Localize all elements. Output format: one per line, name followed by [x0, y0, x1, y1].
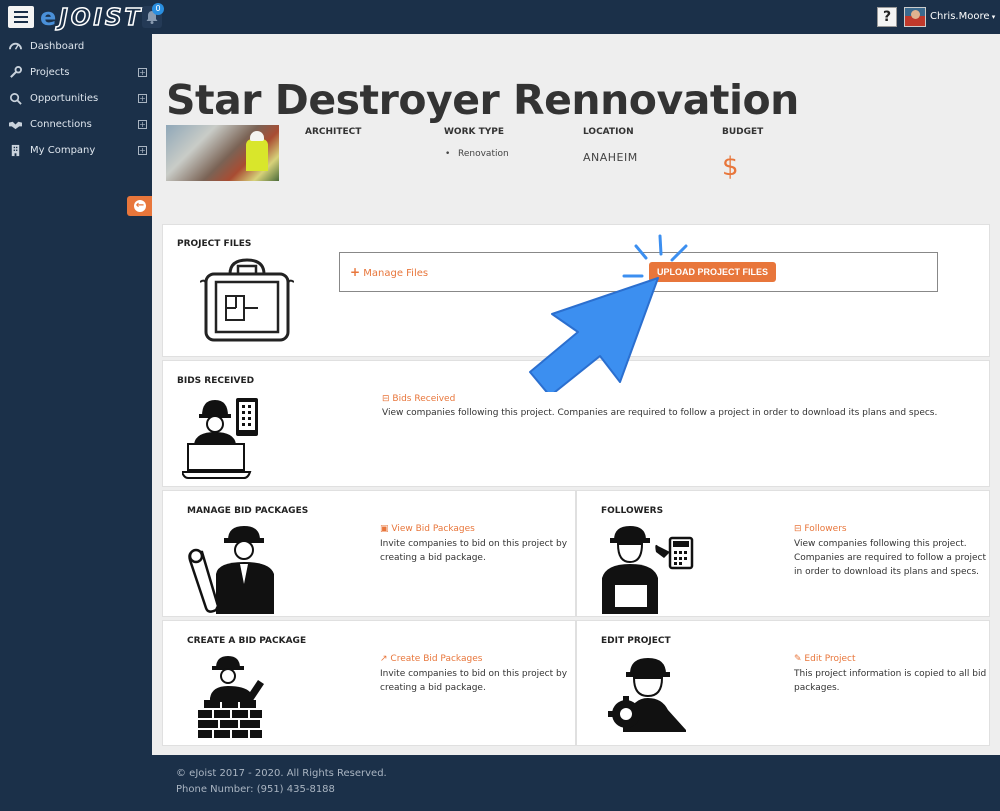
dashboard-icon [9, 42, 22, 50]
followers-desc-line: Companies are required to follow a proje… [794, 553, 986, 563]
page-title: Star Destroyer Rennovation [166, 76, 799, 124]
wrench-icon [10, 66, 22, 78]
worker-gear-icon [608, 658, 686, 732]
sidebar-item-label: Projects [30, 67, 70, 78]
followers-desc-line: View companies following this project. [794, 539, 967, 549]
external-link-icon: ↗ [380, 654, 388, 664]
create-bid-packages-label: Create Bid Packages [390, 654, 483, 664]
view-bid-packages-label: View Bid Packages [391, 524, 475, 534]
blueprint-icon [200, 258, 294, 342]
edit-project-link-label: Edit Project [804, 654, 856, 664]
manage-bid-packages-title: MANAGE BID PACKAGES [187, 506, 309, 516]
worker-bricks-icon [198, 656, 264, 738]
view-bid-packages-link[interactable]: ▣ View Bid Packages [380, 524, 475, 534]
expand-icon[interactable]: + [138, 120, 147, 129]
edit-project-title: EDIT PROJECT [601, 636, 671, 646]
manage-bid-packages-desc-line: creating a bid package. [380, 553, 486, 563]
top-bar: eJOIST 0 ? Chris.Moore ▾ [0, 0, 1000, 34]
expand-icon[interactable]: + [138, 146, 147, 155]
budget-label: BUDGET [722, 127, 764, 137]
pointer-arrow-icon [529, 234, 688, 392]
location-label: LOCATION [583, 127, 634, 137]
edit-project-desc-line: This project information is copied to al… [794, 669, 987, 679]
followers-link[interactable]: ⊟ Followers [794, 524, 847, 534]
sidebar-item-label: Opportunities [30, 93, 99, 104]
sidebar-item-label: My Company [30, 145, 96, 156]
edit-project-desc-line: packages. [794, 683, 840, 693]
project-photo [166, 125, 279, 181]
worker-calculator-icon [602, 526, 694, 614]
plus-icon: + [350, 265, 361, 279]
bids-received-link-label: Bids Received [392, 394, 456, 404]
footer-phone: Phone Number: (951) 435-8188 [176, 784, 335, 795]
manage-files-label: Manage Files [363, 268, 429, 279]
create-bid-package-title: CREATE A BID PACKAGE [187, 636, 307, 646]
briefcase-icon: ▣ [380, 524, 389, 534]
bids-received-desc: View companies following this project. C… [382, 408, 938, 418]
manage-files-link[interactable]: + Manage Files [350, 265, 428, 279]
search-icon [10, 93, 22, 105]
create-bid-package-desc-line: creating a bid package. [380, 683, 486, 693]
sidebar-item-my-company[interactable]: My Company + [0, 141, 152, 161]
worker-laptop-icon [182, 398, 258, 479]
footer: © eJoist 2017 - 2020. All Rights Reserve… [152, 755, 1000, 811]
manage-bid-packages-desc-line: Invite companies to bid on this project … [380, 539, 568, 549]
project-files-title: PROJECT FILES [177, 239, 252, 249]
bids-received-title: BIDS RECEIVED [177, 376, 255, 386]
arrow-left-icon: ← [134, 200, 146, 212]
location-value: ANAHEIM [583, 151, 638, 164]
work-type-bullet: • [445, 149, 451, 159]
work-type-label: WORK TYPE [444, 127, 505, 137]
followers-title: FOLLOWERS [601, 506, 664, 516]
expand-icon[interactable]: + [138, 94, 147, 103]
work-type-value: Renovation [458, 149, 509, 159]
hamburger-menu-button[interactable] [8, 6, 34, 28]
sidebar-item-projects[interactable]: Projects + [0, 63, 152, 83]
user-menu[interactable]: Chris.Moore ▾ [930, 11, 995, 22]
building-icon [11, 144, 20, 157]
expand-icon[interactable]: + [138, 68, 147, 77]
inbox-icon: ⊟ [382, 394, 390, 404]
inbox-icon: ⊟ [794, 524, 802, 534]
architect-label: ARCHITECT [305, 127, 362, 137]
followers-link-label: Followers [804, 524, 847, 534]
help-button[interactable]: ? [877, 7, 897, 27]
username-label: Chris.Moore [930, 11, 990, 22]
create-bid-packages-link[interactable]: ↗ Create Bid Packages [380, 654, 482, 664]
budget-value: $ [722, 152, 739, 182]
sidebar-item-label: Connections [30, 119, 92, 130]
footer-copyright: © eJoist 2017 - 2020. All Rights Reserve… [176, 768, 387, 779]
edit-icon: ✎ [794, 654, 802, 664]
ejoist-logo[interactable]: eJOIST [40, 5, 143, 31]
caret-down-icon: ▾ [989, 13, 996, 21]
avatar[interactable] [904, 7, 926, 27]
worker-blueprint-icon [188, 526, 274, 614]
followers-desc-line: in order to download its plans and specs… [794, 567, 979, 577]
sidebar: Dashboard Projects + Opportunities + Con… [0, 34, 152, 811]
sidebar-item-opportunities[interactable]: Opportunities + [0, 89, 152, 109]
bids-received-link[interactable]: ⊟ Bids Received [382, 394, 455, 404]
notification-count-badge: 0 [152, 3, 164, 15]
handshake-icon [9, 121, 22, 130]
sidebar-item-label: Dashboard [30, 41, 85, 52]
sidebar-item-connections[interactable]: Connections + [0, 115, 152, 135]
create-bid-package-desc-line: Invite companies to bid on this project … [380, 669, 568, 679]
collapse-sidebar-button[interactable]: ← [127, 196, 152, 216]
edit-project-link[interactable]: ✎ Edit Project [794, 654, 856, 664]
sidebar-item-dashboard[interactable]: Dashboard [0, 37, 152, 57]
